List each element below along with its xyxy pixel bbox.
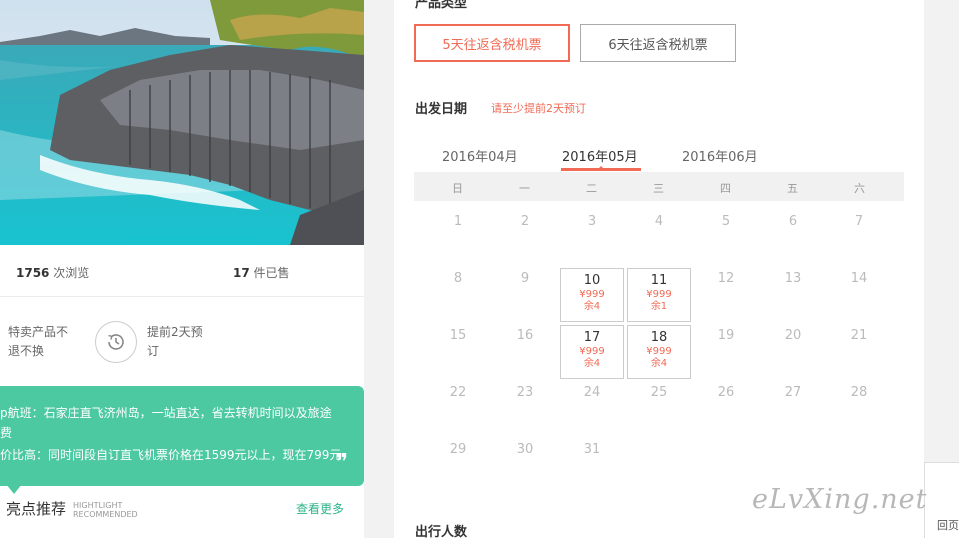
day-remaining: 余4 <box>583 301 601 312</box>
calendar-day: 5 <box>721 214 731 229</box>
calendar-day: 24 <box>583 385 601 400</box>
weekday-thu: 四 <box>720 182 731 195</box>
feature-no-refund-line1: 特卖产品不 <box>8 325 69 339</box>
departure-date-title: 出发日期 <box>415 102 468 117</box>
calendar-day: 21 <box>850 328 868 343</box>
calendar-day: 31 <box>583 442 601 457</box>
calendar-day: 30 <box>516 442 534 457</box>
highlight-header: 亮点推荐 HIGHTLIGHT RECOMMENDED 查看更多 <box>0 496 364 526</box>
clock-icon <box>95 321 137 363</box>
calendar-day: 26 <box>717 385 735 400</box>
day-number: 18 <box>650 330 668 345</box>
day-price: ¥999 <box>646 346 672 357</box>
highlight-subtitle: HIGHTLIGHT RECOMMENDED <box>73 501 138 519</box>
sold-count: 17 <box>233 266 250 280</box>
weekday-sun: 日 <box>452 182 463 195</box>
calendar-day-available[interactable]: 17 ¥999 余4 <box>560 325 624 379</box>
calendar-day: 19 <box>717 328 735 343</box>
product-type-title: 产品类型 <box>415 0 468 11</box>
highlight-title: 亮点推荐 <box>6 500 67 518</box>
highlight-subtitle-line1: HIGHTLIGHT <box>73 501 123 510</box>
day-number: 11 <box>650 273 668 288</box>
calendar-day: 14 <box>850 271 868 286</box>
promo-line-1: p航班：石家庄直飞济州岛，一站直达，省去转机时间以及旅途 <box>0 406 332 420</box>
calendar-day: 27 <box>784 385 802 400</box>
active-month-caret <box>596 166 606 171</box>
calendar-day: 6 <box>788 214 798 229</box>
day-remaining: 余4 <box>650 358 668 369</box>
calendar-day: 8 <box>453 271 463 286</box>
calendar-day: 22 <box>449 385 467 400</box>
highlight-subtitle-line2: RECOMMENDED <box>73 510 138 519</box>
views-count: 1756 <box>16 266 50 280</box>
day-number: 10 <box>583 273 601 288</box>
day-remaining: 余1 <box>650 301 668 312</box>
calendar-day-available[interactable]: 18 ¥999 余4 <box>627 325 691 379</box>
weekday-fri: 五 <box>787 182 798 195</box>
calendar-day: 15 <box>449 328 467 343</box>
feature-advance-booking: 提前2天预 订 <box>147 323 203 361</box>
views-label: 次浏览 <box>53 266 90 280</box>
sold-stat: 17 件已售 <box>233 264 290 281</box>
weekday-wed: 三 <box>653 182 664 195</box>
day-price: ¥999 <box>579 346 605 357</box>
view-more-link[interactable]: 查看更多 <box>296 500 344 517</box>
right-gutter <box>924 0 959 538</box>
calendar-day: 3 <box>587 214 597 229</box>
day-number: 17 <box>583 330 601 345</box>
product-features: 特卖产品不 退不换 提前2天预 订 <box>0 305 364 375</box>
calendar-day: 12 <box>717 271 735 286</box>
feature-no-refund-line2: 退不换 <box>8 344 45 358</box>
calendar-day: 2 <box>520 214 530 229</box>
promo-box: p航班：石家庄直飞济州岛，一站直达，省去转机时间以及旅途 费 价比高：同时间段自… <box>0 386 364 486</box>
quote-icon: ❞ <box>335 450 348 475</box>
calendar-day-available[interactable]: 10 ¥999 余4 <box>560 268 624 322</box>
product-option-5day[interactable]: 5天往返含税机票 <box>414 24 570 62</box>
back-to-top-button[interactable]: 回页 <box>924 462 959 538</box>
back-to-top-label: 回页 <box>937 519 959 532</box>
product-option-6day[interactable]: 6天往返含税机票 <box>580 24 736 62</box>
promo-box-pointer <box>6 484 22 494</box>
calendar-day-available[interactable]: 11 ¥999 余1 <box>627 268 691 322</box>
advance-booking-note: 请至少提前2天预订 <box>491 102 586 115</box>
calendar-day: 23 <box>516 385 534 400</box>
product-stats: 1756 次浏览 17 件已售 <box>0 245 364 297</box>
month-tab-apr[interactable]: 2016年04月 <box>442 146 518 165</box>
promo-line-3: 价比高：同时间段自订直飞机票价格在1599元以上，现在799元 <box>0 448 342 462</box>
feature-advance-line1: 提前2天预 <box>147 325 203 339</box>
weekday-sat: 六 <box>854 182 865 195</box>
month-tab-jun[interactable]: 2016年06月 <box>682 146 758 165</box>
calendar-day: 9 <box>520 271 530 286</box>
calendar-day: 28 <box>850 385 868 400</box>
calendar-day: 16 <box>516 328 534 343</box>
calendar-day: 20 <box>784 328 802 343</box>
calendar-day: 13 <box>784 271 802 286</box>
day-price: ¥999 <box>646 289 672 300</box>
views-stat: 1756 次浏览 <box>16 264 89 281</box>
calendar-weekday-header: 日 一 二 三 四 五 六 <box>414 172 904 201</box>
calendar-day: 1 <box>453 214 463 229</box>
calendar-day: 29 <box>449 442 467 457</box>
promo-line-2: 费 <box>0 426 13 440</box>
day-remaining: 余4 <box>583 358 601 369</box>
sold-label: 件已售 <box>253 266 290 280</box>
day-price: ¥999 <box>579 289 605 300</box>
weekday-mon: 一 <box>519 182 530 195</box>
product-left-panel: 1756 次浏览 17 件已售 特卖产品不 退不换 提前2天预 订 p航班：石家… <box>0 0 364 538</box>
feature-advance-line2: 订 <box>147 344 160 358</box>
calendar-day: 25 <box>650 385 668 400</box>
month-tab-may[interactable]: 2016年05月 <box>562 146 638 165</box>
booking-panel: 产品类型 5天往返含税机票 6天往返含税机票 出发日期 请至少提前2天预订 20… <box>394 0 924 538</box>
feature-no-refund: 特卖产品不 退不换 <box>8 323 68 361</box>
travelers-title: 出行人数 <box>415 525 468 538</box>
calendar-day: 4 <box>654 214 664 229</box>
calendar-day: 7 <box>854 214 864 229</box>
product-photo <box>0 0 364 245</box>
site-watermark: eLvXing.net <box>752 484 928 515</box>
weekday-tue: 二 <box>586 182 597 195</box>
